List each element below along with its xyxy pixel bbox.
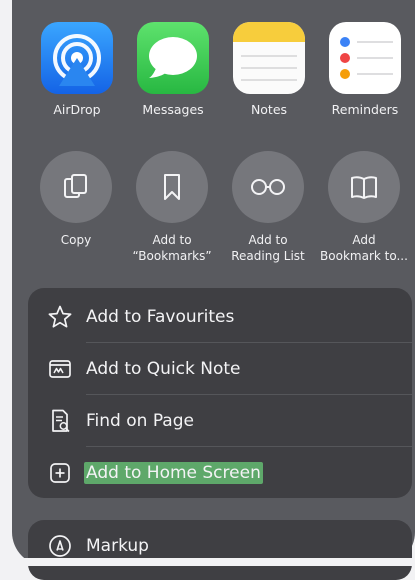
add-bookmark-to-label: Add Bookmark to... — [316, 232, 412, 264]
add-to-reading-list-button[interactable] — [232, 151, 304, 223]
copy-label: Copy — [28, 232, 124, 248]
reminders-app-button[interactable] — [329, 22, 401, 94]
menu-item-add-to-favourites[interactable]: Add to Favourites — [28, 291, 412, 343]
airdrop-label: AirDrop — [29, 102, 125, 118]
actions-menu-group: Add to Favourites Add to Quick Note Find… — [28, 288, 412, 498]
markup-menu-group: Markup — [28, 520, 412, 580]
screen-edge — [0, 558, 415, 566]
menu-label-quick-note: Add to Quick Note — [86, 359, 241, 379]
copy-icon — [60, 171, 92, 203]
menu-item-add-to-quick-note[interactable]: Add to Quick Note — [28, 343, 412, 395]
menu-item-find-on-page[interactable]: Find on Page — [28, 395, 412, 447]
add-to-bookmarks-label: Add to “Bookmarks” — [124, 232, 220, 264]
airdrop-icon — [41, 22, 113, 94]
notes-label: Notes — [221, 102, 317, 118]
reminders-label: Reminders — [317, 102, 413, 118]
star-icon — [47, 304, 73, 330]
menu-label-markup: Markup — [86, 536, 149, 556]
add-bookmark-to-button[interactable] — [328, 151, 400, 223]
notes-icon — [233, 22, 305, 94]
add-to-reading-list-label: Add to Reading List — [220, 232, 316, 264]
messages-icon — [137, 22, 209, 94]
copy-button[interactable] — [40, 151, 112, 223]
messages-app-button[interactable] — [137, 22, 209, 94]
menu-label-home-screen: Add to Home Screen — [84, 462, 263, 484]
menu-label-favourites: Add to Favourites — [86, 307, 234, 327]
quick-note-icon — [47, 356, 73, 382]
menu-label-find-on-page: Find on Page — [86, 411, 194, 431]
book-icon — [348, 171, 380, 203]
bookmark-icon — [156, 171, 188, 203]
markup-icon — [47, 533, 73, 559]
add-to-bookmarks-button[interactable] — [136, 151, 208, 223]
menu-item-add-to-home-screen[interactable]: Add to Home Screen — [28, 447, 412, 499]
notes-app-button[interactable] — [233, 22, 305, 94]
airdrop-app-button[interactable] — [41, 22, 113, 94]
add-square-icon — [47, 460, 73, 486]
messages-label: Messages — [125, 102, 221, 118]
reading-glasses-icon — [248, 171, 288, 203]
find-on-page-icon — [47, 408, 73, 434]
reminders-icon — [329, 22, 401, 94]
